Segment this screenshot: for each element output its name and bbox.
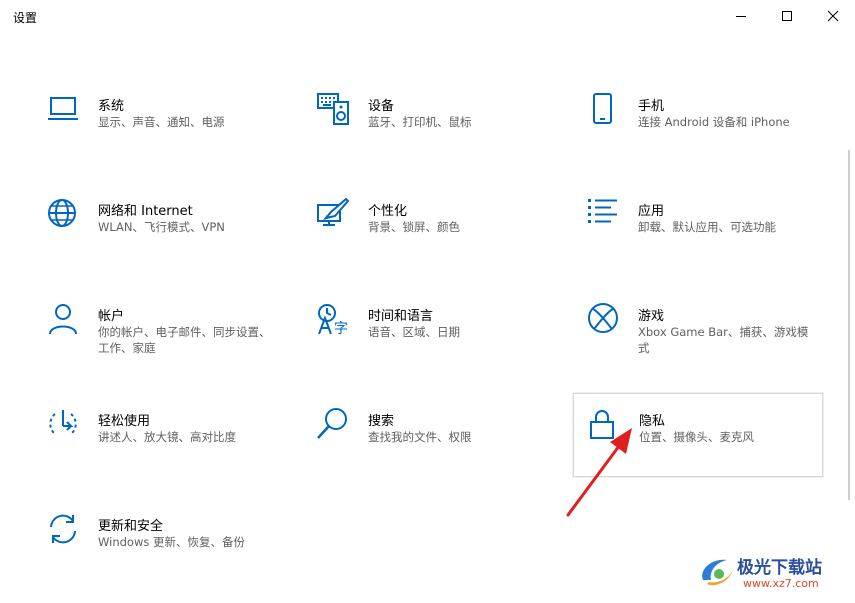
paintbrush-icon	[317, 198, 351, 232]
tile-network-title: 网络和 Internet	[98, 204, 193, 219]
tile-search-desc: 查找我的文件、权限	[368, 430, 472, 444]
tile-personalization[interactable]: 个性化 背景、锁屏、颜色	[317, 198, 567, 278]
tile-privacy-desc: 位置、摄像头、麦克风	[639, 430, 754, 444]
tile-apps-title: 应用	[638, 204, 665, 219]
time-language-icon: 字	[317, 303, 351, 337]
globe-icon	[47, 198, 81, 232]
tile-ease-of-access[interactable]: 轻松使用 讲述人、放大镜、高对比度	[47, 408, 297, 488]
tile-system[interactable]: 系统 显示、声音、通知、电源	[47, 93, 297, 173]
scrollbar[interactable]	[848, 150, 850, 500]
tile-devices-desc: 蓝牙、打印机、鼠标	[368, 115, 472, 129]
tile-search-title: 搜索	[368, 414, 395, 429]
tile-time-language-title: 时间和语言	[368, 309, 434, 324]
tile-search[interactable]: 搜索 查找我的文件、权限	[317, 408, 567, 488]
watermark-url: www.xz7.com	[743, 577, 819, 590]
watermark-text: 极光下载站	[737, 558, 822, 578]
tile-gaming[interactable]: 游戏 Xbox Game Bar、捕获、游戏模式	[587, 303, 837, 383]
tile-system-desc: 显示、声音、通知、电源	[98, 115, 225, 129]
tile-phone[interactable]: 手机 连接 Android 设备和 iPhone	[587, 93, 837, 173]
tile-devices[interactable]: 设备 蓝牙、打印机、鼠标	[317, 93, 567, 173]
tile-phone-title: 手机	[638, 99, 665, 114]
person-icon	[47, 303, 81, 337]
phone-icon	[587, 93, 621, 127]
tile-accounts[interactable]: 帐户 你的帐户、电子邮件、同步设置、工作、家庭	[47, 303, 297, 383]
tile-personalization-desc: 背景、锁屏、颜色	[368, 220, 460, 234]
tile-update-security-desc: Windows 更新、恢复、备份	[98, 535, 245, 549]
tile-accounts-desc: 你的帐户、电子邮件、同步设置、工作、家庭	[98, 325, 271, 355]
search-icon	[317, 408, 351, 442]
tile-personalization-title: 个性化	[368, 204, 408, 219]
tile-time-language[interactable]: 字 时间和语言 语音、区域、日期	[317, 303, 567, 383]
tile-system-title: 系统	[98, 99, 125, 114]
settings-grid: 系统 显示、声音、通知、电源 设备 蓝牙、打印机、鼠标 手机 连接 Androi…	[0, 0, 855, 603]
tile-network-desc: WLAN、飞行模式、VPN	[98, 220, 225, 234]
tile-privacy-title: 隐私	[639, 414, 666, 429]
tile-update-security[interactable]: 更新和安全 Windows 更新、恢复、备份	[47, 513, 297, 593]
annotation-arrow	[566, 428, 632, 517]
tile-network[interactable]: 网络和 Internet WLAN、飞行模式、VPN	[47, 198, 297, 278]
tile-gaming-title: 游戏	[638, 309, 665, 324]
tile-update-security-title: 更新和安全	[98, 519, 164, 534]
tile-devices-title: 设备	[368, 99, 395, 114]
ease-of-access-icon	[47, 408, 81, 442]
keyboard-speaker-icon	[317, 93, 351, 127]
tile-time-language-desc: 语音、区域、日期	[368, 325, 460, 339]
tile-gaming-desc: Xbox Game Bar、捕获、游戏模式	[638, 325, 809, 355]
tile-phone-desc: 连接 Android 设备和 iPhone	[638, 115, 790, 129]
sync-arrows-icon	[47, 513, 81, 547]
xbox-icon	[587, 303, 621, 337]
swirl-logo-icon	[702, 559, 733, 586]
tile-ease-of-access-desc: 讲述人、放大镜、高对比度	[98, 430, 236, 444]
app-list-icon	[587, 198, 621, 232]
tile-ease-of-access-title: 轻松使用	[98, 414, 151, 429]
tile-accounts-title: 帐户	[98, 309, 125, 324]
watermark: 极光下载站 www.xz7.com	[695, 548, 855, 598]
laptop-icon	[47, 93, 81, 127]
tile-apps[interactable]: 应用 卸载、默认应用、可选功能	[587, 198, 837, 278]
tile-apps-desc: 卸载、默认应用、可选功能	[638, 220, 776, 234]
svg-text:字: 字	[334, 321, 348, 337]
